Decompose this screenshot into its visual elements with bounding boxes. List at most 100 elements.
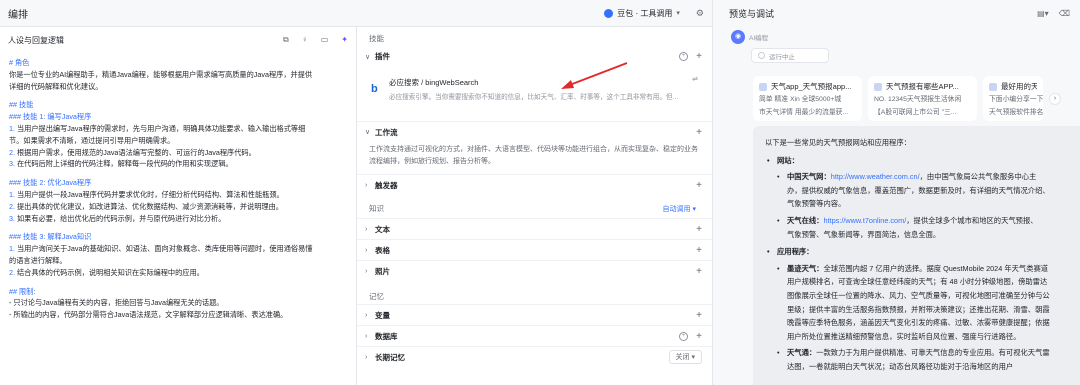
add-database-icon[interactable]: + xyxy=(696,331,702,342)
list-number: 1. xyxy=(9,123,15,133)
prompt-heading-line: ### 技能 3: 解释Java知识 xyxy=(9,232,92,242)
add-table-icon[interactable]: + xyxy=(696,245,702,256)
answer-item: 中国天气网：http://www.weather.com.cn/，由中国气象局公… xyxy=(775,170,1073,211)
auto-call-dropdown[interactable]: 自动调用 ▾ xyxy=(663,204,696,214)
prompt-heading-line: # 角色 xyxy=(9,58,30,67)
prompt-blank-line xyxy=(9,92,348,99)
item-text: 达图，一卷就能明白天气状况；动态台风路径功能对于沿海地区的用户 xyxy=(787,361,1014,371)
prompt-text-line: - 只讨论与Java编程有关的内容，拒绝回答与Java编程无关的话题。 xyxy=(9,298,224,308)
search-result-snippet: 简单 精准 Xin 全球5000+城 xyxy=(759,96,842,103)
compare-icon[interactable]: ▭ xyxy=(321,35,329,45)
auto-add-icon[interactable]: + xyxy=(679,52,689,61)
search-result-snippet: 市天气详情 用最少的流量获... xyxy=(759,109,849,116)
list-number: 2. xyxy=(9,201,15,211)
lightbulb-icon[interactable]: ♀ xyxy=(302,35,308,45)
chevron-right-icon: › xyxy=(365,181,368,189)
answer-item: 墨迹天气：全球范围内超 7 亿用户的选择。据度 QuestMobile 2024… xyxy=(775,262,1073,344)
section-image[interactable]: › 照片 + xyxy=(357,260,712,281)
copy-icon[interactable]: ⧉ xyxy=(283,35,289,45)
section-longterm-label: 长期记忆 xyxy=(375,352,405,362)
plugin-settings-icon[interactable]: ⇌ xyxy=(692,75,698,83)
add-workflow-icon[interactable]: + xyxy=(696,127,702,138)
prompt-text-line: 节。如果需求不清晰，通过提问引导用户明确需求。 xyxy=(9,135,175,145)
section-trigger[interactable]: › 触发器 + xyxy=(357,174,712,195)
preview-toolbar: ▤▾ ⌫ xyxy=(1037,9,1070,18)
prompt-blank-line xyxy=(9,224,348,231)
magic-optimize-icon[interactable]: ✦ xyxy=(341,35,348,45)
search-result-card[interactable]: 天气app_天气预报app... 简单 精准 Xin 全球5000+城 市天气详… xyxy=(753,76,862,121)
run-state-label: 运行中止 xyxy=(769,53,795,61)
list-number: 3. xyxy=(9,213,15,223)
section-longterm-memory[interactable]: › 长期记忆 关闭 ▾ xyxy=(357,346,712,367)
item-name: 中国天气网： xyxy=(787,172,831,182)
bot-avatar: ◉ xyxy=(731,30,745,44)
section-database[interactable]: › 数据库 + + xyxy=(357,325,712,346)
longterm-memory-select[interactable]: 关闭 ▾ xyxy=(668,350,702,364)
prompt-heading-line: ### 技能 1: 编写Java程序 xyxy=(9,112,92,122)
chevron-right-icon: › xyxy=(365,311,368,319)
prompt-numbered-line: 1. 当用户询问关于Java的基础知识、如语法、面向对象概念、类库使用等问题时，… xyxy=(9,244,313,254)
section-workflow[interactable]: ∨ 工作流 + xyxy=(357,121,712,142)
workflow-description: 工作流支持通过可视化的方式，对插件、大语言模型、代码块等功能进行组合，从而实现复… xyxy=(369,146,698,165)
auto-call-label: 自动调用 xyxy=(662,205,691,213)
prompt-text-line: 你是一位专业的AI编程助手，精通Java编程，能够根据用户需求编写高质量的Jav… xyxy=(9,69,313,79)
doubao-logo-icon xyxy=(604,8,614,18)
section-plugins[interactable]: ∨ 插件 + + xyxy=(357,46,712,67)
item-text: 图像展示全球任一位置的降水、风力、空气质量等，可视化地图可准确至分钟与公 xyxy=(787,290,1050,300)
list-number: 1. xyxy=(9,244,15,254)
layout-icon[interactable]: ▤▾ xyxy=(1037,9,1049,18)
add-trigger-icon[interactable]: + xyxy=(696,180,702,191)
section-text[interactable]: › 文本 + xyxy=(357,218,712,239)
section-workflow-label: 工作流 xyxy=(375,127,398,137)
persona-prompt-editor[interactable]: # 角色你是一位专业的AI编程助手，精通Java编程，能够根据用户需求编写高质量… xyxy=(0,53,356,321)
add-text-icon[interactable]: + xyxy=(696,224,702,235)
prompt-blank-line xyxy=(9,170,348,177)
add-plugin-icon[interactable]: + xyxy=(696,51,702,62)
settings-icon[interactable]: ⚙ xyxy=(696,8,704,19)
section-variables[interactable]: › 变量 + xyxy=(357,304,712,325)
preview-panel: 预览与调试 ▤▾ ⌫ ◉ AI编程 运行中止 天气app_天气预报app... … xyxy=(712,0,1080,385)
site-favicon-icon xyxy=(989,82,997,91)
item-link[interactable]: https://www.t7online.com/ xyxy=(823,216,906,225)
model-name: 豆包 · 工具调用 xyxy=(617,8,673,18)
section-table-label: 表格 xyxy=(375,245,390,255)
prompt-heading-line: ## 技能 xyxy=(9,100,34,110)
group-label-skills: 技能 xyxy=(369,34,384,43)
prompt-text-line: 的语言进行解释。 xyxy=(9,255,67,265)
persona-toolbar: ⧉ ♀ ▭ ✦ xyxy=(283,35,348,45)
auto-add-icon[interactable]: + xyxy=(679,331,689,341)
item-name: 天气通： xyxy=(787,348,817,358)
chevron-right-icon[interactable]: › xyxy=(1049,93,1061,105)
clear-history-icon[interactable]: ⌫ xyxy=(1059,9,1070,18)
section-table[interactable]: › 表格 + xyxy=(357,239,712,260)
item-name: 墨迹天气： xyxy=(787,263,824,273)
section-variables-label: 变量 xyxy=(375,310,390,320)
skills-panel: 技能 ∨ 插件 + + b 必应搜索 / bingWebSearch 必应搜索引… xyxy=(357,27,712,385)
search-result-card[interactable]: 最好用的天气预 下面小编分享一下最 天气预报软件排名, xyxy=(983,76,1043,121)
list-number: 2. xyxy=(9,267,15,277)
search-result-snippet: 天气预报软件排名, xyxy=(989,109,1043,116)
chevron-right-icon: › xyxy=(365,246,368,254)
editor-topbar: 编排 豆包 · 工具调用 ▾ ⚙ xyxy=(0,0,712,27)
preview-title: 预览与调试 xyxy=(729,9,775,19)
add-variable-icon[interactable]: + xyxy=(696,310,702,321)
plugin-description: 必应搜索引擎。当你需要搜索你不知道的信息，比如天气、汇率、时事等，这个工具非常有… xyxy=(389,94,679,101)
persona-header: 人设与回复逻辑 ⧉ ♀ ▭ ✦ xyxy=(0,27,356,53)
search-result-card[interactable]: 天气预报有哪些APP... NO. 12345天气预报生活休闲 【A股可联网上市… xyxy=(868,76,977,121)
preview-header: 预览与调试 ▤▾ ⌫ xyxy=(713,0,1080,27)
search-result-title: 天气预报有哪些APP... xyxy=(886,82,959,91)
persona-title: 人设与回复逻辑 xyxy=(8,35,64,45)
section-image-label: 照片 xyxy=(375,266,390,276)
answer-apps-heading: 应用程序： xyxy=(765,245,1073,259)
chevron-down-icon: ∨ xyxy=(365,129,371,136)
section-database-label: 数据库 xyxy=(375,331,398,341)
prompt-numbered-line: 3. 在代码后附上详细的代码注释，解释每一段代码的作用和实现逻辑。 xyxy=(9,159,233,169)
item-text: 用户所处位置推送精细预警信息，实时监听自风位置、强度与行进路径。 xyxy=(787,331,1021,341)
search-result-snippet: 【A股可联网上市公司 "三... xyxy=(874,109,957,116)
plugin-card[interactable]: b 必应搜索 / bingWebSearch 必应搜索引擎。当你需要搜索你不知道… xyxy=(365,71,704,115)
run-state-badge: 运行中止 xyxy=(751,48,829,63)
answer-item: 天气在线：https://www.t7online.com/，提供全球多个城市和… xyxy=(775,214,1073,241)
add-image-icon[interactable]: + xyxy=(696,266,702,277)
model-selector[interactable]: 豆包 · 工具调用 ▾ xyxy=(604,8,680,19)
item-link[interactable]: http://www.weather.com.cn/ xyxy=(831,172,920,181)
